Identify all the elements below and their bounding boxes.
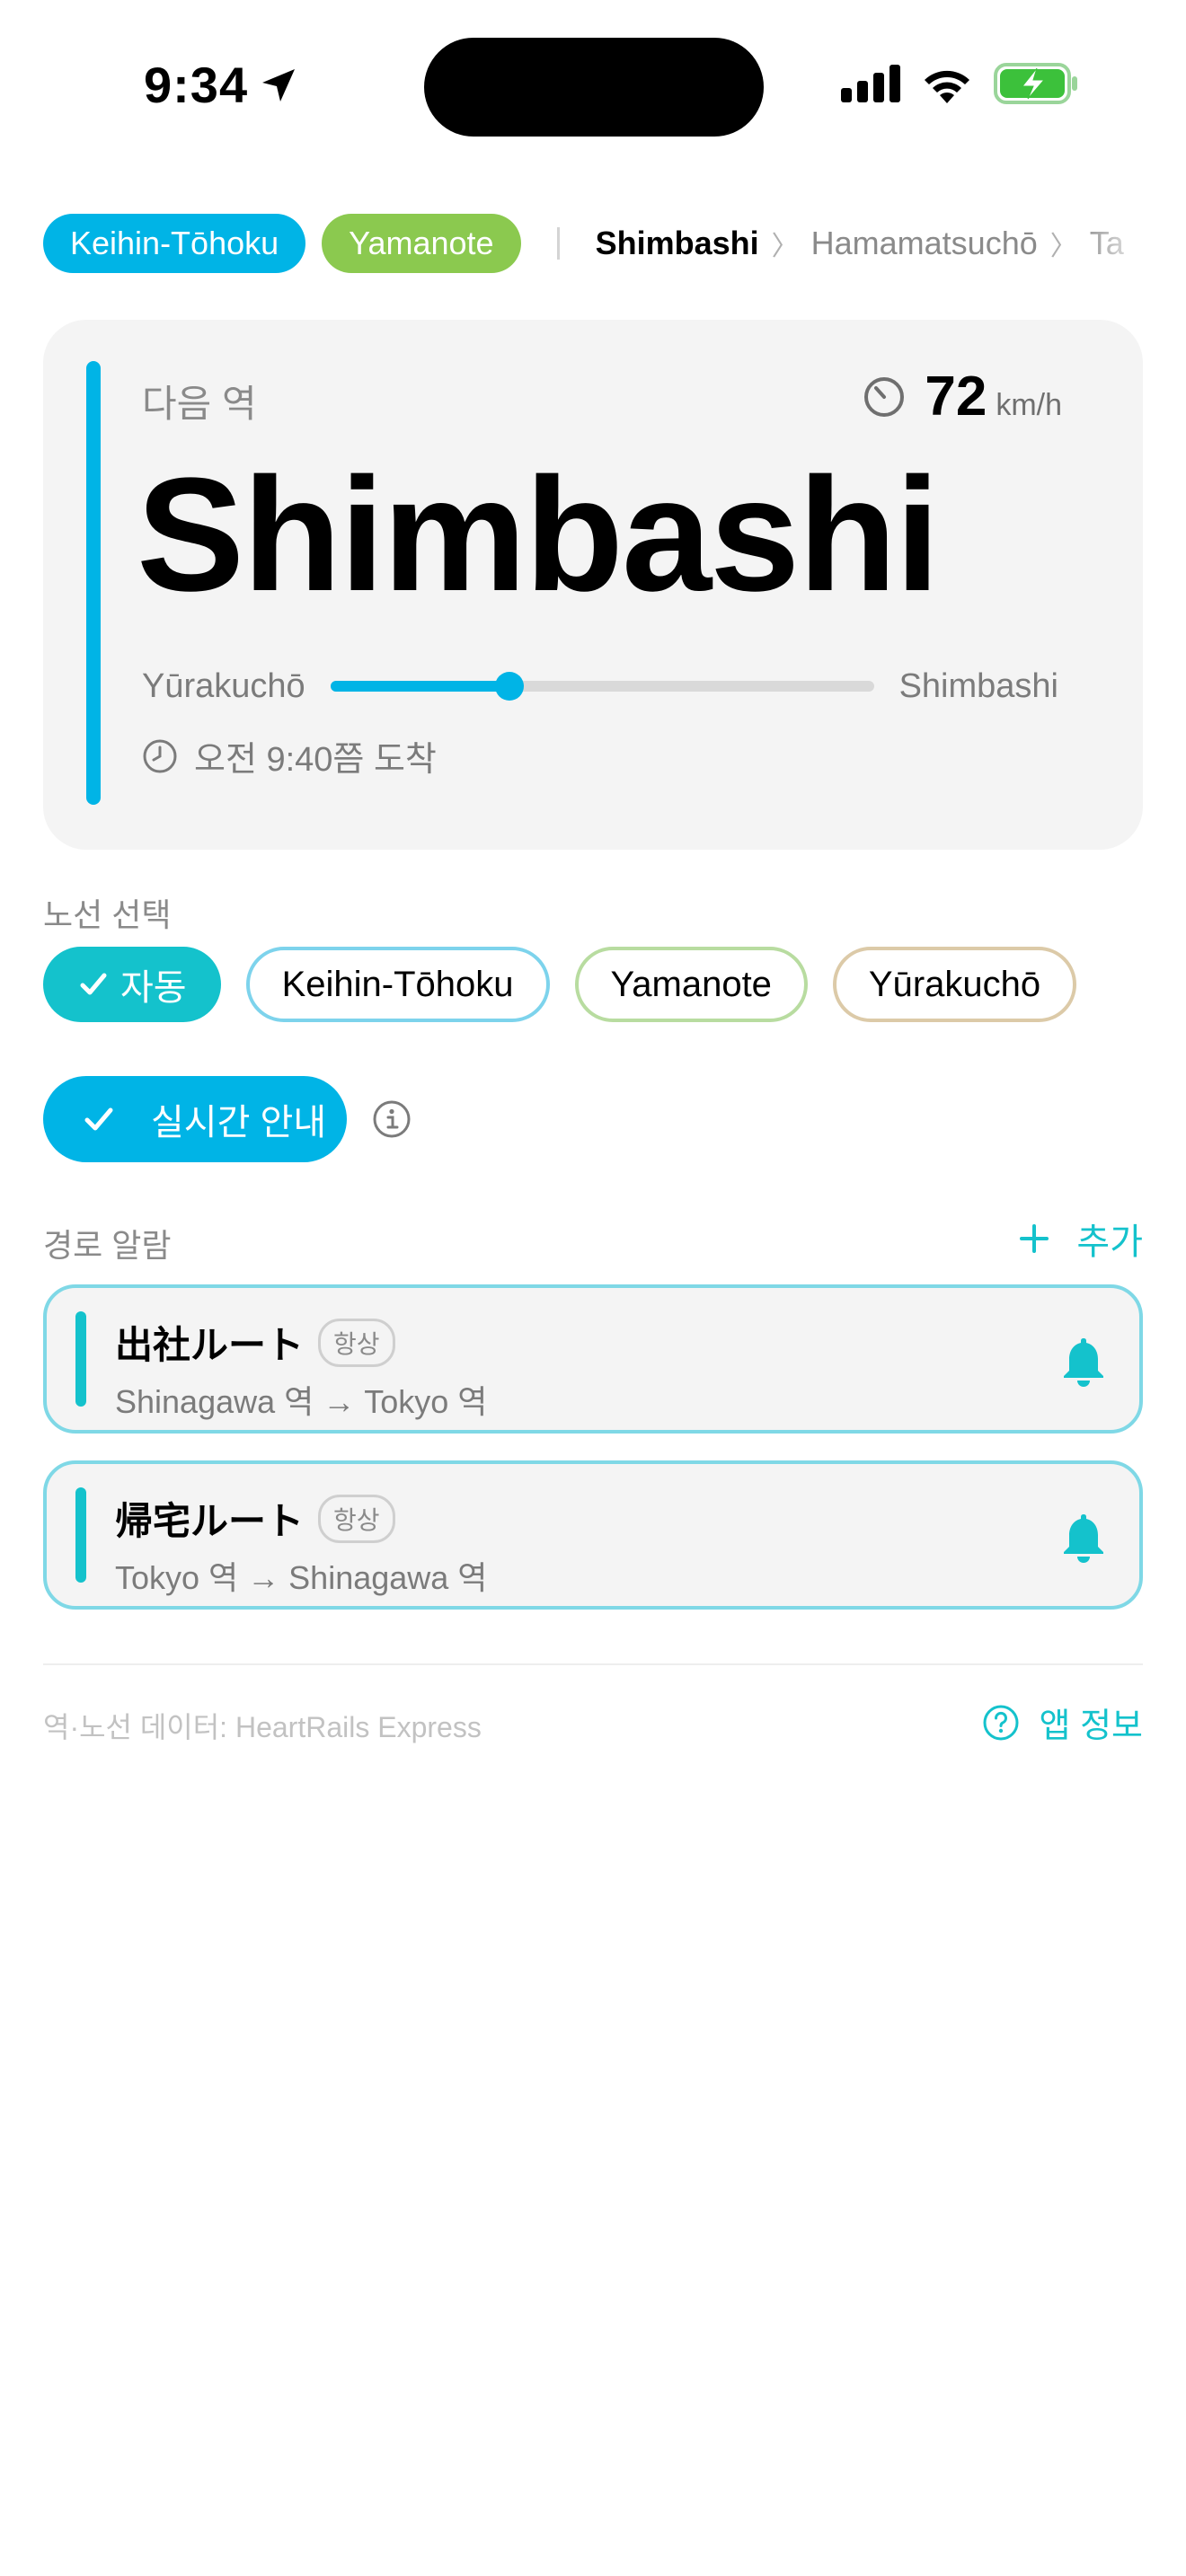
- segment-progress: Yūrakuchō Shimbashi: [142, 659, 1058, 713]
- alarm-accent-bar: [75, 1311, 86, 1407]
- strip-fade: [1078, 214, 1150, 273]
- dynamic-island: [424, 38, 764, 137]
- alarm-accent-bar: [75, 1487, 86, 1583]
- progress-track: [330, 672, 874, 701]
- alarm-title-text: 帰宅ルート: [115, 1500, 305, 1542]
- line-pill-yamanote[interactable]: Yamanote: [322, 214, 521, 273]
- progress-to-station: Shimbashi: [898, 666, 1058, 705]
- location-arrow-icon: [262, 68, 296, 101]
- status-time: 9:34: [144, 56, 300, 114]
- live-guide-label: 실시간 안내: [151, 1103, 327, 1142]
- arrival-estimate: 오전 9:40쯤 도착: [142, 731, 437, 781]
- data-credit: 역·노선 데이터: HeartRails Express: [43, 1711, 482, 1743]
- crumb-separator-icon: 〉: [1049, 232, 1077, 261]
- route-alarm-card[interactable]: 出社ルート 항상 Shinagawa 역 → Tokyo 역: [43, 1284, 1143, 1434]
- alarm-frequency-badge: 항상: [318, 1494, 395, 1543]
- line-select-label: 노선 선택: [43, 896, 172, 933]
- route-alarms-label: 경로 알람: [43, 1227, 172, 1264]
- next-station-card: 다음 역 72 km/h Shimbashi Yūrakuchō Shimbas…: [43, 320, 1143, 850]
- plus-icon: [1020, 1224, 1049, 1253]
- clock-icon: [143, 739, 177, 772]
- line-chip-yamanote[interactable]: Yamanote: [574, 947, 808, 1022]
- status-icons: [841, 63, 1078, 104]
- wifi-icon: [925, 70, 969, 103]
- live-guide-row: 실시간 안내: [43, 1076, 412, 1162]
- info-icon[interactable]: [372, 1099, 412, 1139]
- route-strip: Keihin-Tōhoku Yamanote Shimbashi 〉 Hamam…: [43, 214, 1150, 273]
- card-accent-bar: [86, 361, 101, 805]
- line-chip-auto[interactable]: 자동: [43, 947, 221, 1022]
- line-pill-keihin-tohoku[interactable]: Keihin-Tōhoku: [43, 214, 306, 273]
- line-chip-keihin-tohoku[interactable]: Keihin-Tōhoku: [245, 947, 550, 1022]
- footer-divider: [43, 1663, 1143, 1665]
- checkmark-icon: [84, 1107, 113, 1131]
- route-alarm-card[interactable]: 帰宅ルート 항상 Tokyo 역 → Shinagawa 역: [43, 1460, 1143, 1610]
- add-alarm-label: 추가: [1076, 1222, 1143, 1262]
- bell-icon[interactable]: [1058, 1335, 1109, 1389]
- station-crumb-current: Shimbashi: [595, 225, 759, 261]
- alarm-title-text: 出社ルート: [115, 1324, 305, 1366]
- progress-position-marker: [495, 672, 525, 701]
- strip-divider: [556, 227, 560, 260]
- alarm-title: 出社ルート 항상: [115, 1315, 395, 1370]
- next-station-label: 다음 역: [142, 383, 257, 425]
- speed-readout: 72 km/h: [863, 365, 1062, 428]
- checkmark-icon: [80, 973, 107, 995]
- speed-value: 72: [925, 366, 987, 428]
- alarm-frequency-badge: 항상: [318, 1318, 395, 1367]
- bell-icon[interactable]: [1058, 1511, 1109, 1565]
- app-info-button[interactable]: 앱 정보: [982, 1698, 1143, 1747]
- alarm-route: Shinagawa 역 → Tokyo 역: [115, 1383, 488, 1420]
- add-alarm-button[interactable]: 추가: [1019, 1213, 1143, 1265]
- status-time-text: 9:34: [144, 57, 249, 113]
- alarm-route: Tokyo 역 → Shinagawa 역: [115, 1559, 488, 1596]
- arrival-text: 오전 9:40쯤 도착: [194, 741, 437, 779]
- line-chip-label: 자동: [120, 968, 187, 1008]
- speed-unit: km/h: [996, 388, 1062, 422]
- status-bar: 9:34: [0, 0, 1186, 171]
- speedometer-icon: [864, 376, 905, 417]
- app-info-label: 앱 정보: [1039, 1707, 1143, 1745]
- progress-fill: [330, 681, 510, 692]
- progress-from-station: Yūrakuchō: [142, 666, 305, 705]
- live-guide-toggle[interactable]: 실시간 안내: [43, 1076, 347, 1162]
- battery-charging-icon: [994, 63, 1077, 104]
- alarm-title: 帰宅ルート 항상: [115, 1491, 395, 1546]
- station-crumb: Hamamatsuchō: [810, 225, 1038, 261]
- cellular-signal-icon: [841, 65, 900, 102]
- question-circle-icon: [983, 1705, 1019, 1740]
- next-station-name: Shimbashi: [137, 445, 940, 625]
- crumb-separator-icon: 〉: [771, 232, 799, 261]
- line-select-chips: 자동 Keihin-Tōhoku Yamanote Yūrakuchō: [43, 947, 1077, 1022]
- line-chip-yurakucho[interactable]: Yūrakuchō: [832, 947, 1077, 1022]
